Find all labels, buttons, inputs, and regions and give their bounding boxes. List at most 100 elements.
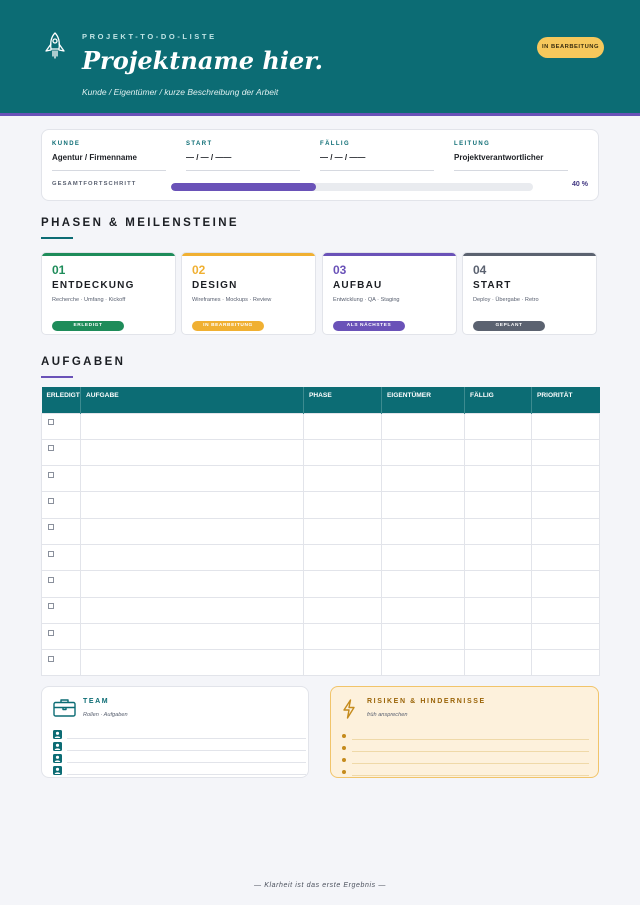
team-subtitle: Rollen · Aufgaben xyxy=(83,712,128,718)
owner-cell[interactable] xyxy=(381,596,465,624)
person-icon xyxy=(53,730,62,739)
task-cell[interactable] xyxy=(80,412,304,440)
priority-cell[interactable] xyxy=(531,438,600,467)
info-value: — / — / —— xyxy=(320,153,434,171)
phase-cell[interactable] xyxy=(303,649,382,677)
task-checkbox[interactable] xyxy=(48,629,54,636)
phase-cell[interactable] xyxy=(303,596,382,624)
task-cell[interactable] xyxy=(80,465,304,493)
phase-cell[interactable] xyxy=(303,412,382,440)
task-cell[interactable] xyxy=(80,438,304,467)
phase-cell[interactable] xyxy=(303,491,382,519)
task-checkbox[interactable] xyxy=(48,576,54,583)
owner-cell[interactable] xyxy=(381,412,465,440)
task-checkbox[interactable] xyxy=(48,655,54,662)
task-checkbox[interactable] xyxy=(48,419,54,426)
priority-cell[interactable] xyxy=(531,649,600,677)
info-field-due[interactable]: FÄLLIG — / — / —— xyxy=(320,141,434,171)
priority-cell[interactable] xyxy=(531,570,600,598)
task-cell[interactable] xyxy=(80,649,304,677)
priority-cell[interactable] xyxy=(531,517,600,545)
owner-cell[interactable] xyxy=(381,649,465,677)
task-checkbox[interactable] xyxy=(48,524,54,531)
column-header-phase: PHASE xyxy=(303,387,382,413)
phase-number: 02 xyxy=(192,263,206,277)
progress-fill xyxy=(171,183,316,191)
phase-card[interactable]: 03 AUFBAU Entwicklung · QA · Staging ALS… xyxy=(322,252,457,335)
owner-cell[interactable] xyxy=(381,570,465,598)
task-cell[interactable] xyxy=(80,570,304,598)
priority-cell[interactable] xyxy=(531,622,600,651)
table-cell xyxy=(41,491,81,519)
due-cell[interactable] xyxy=(464,465,532,493)
team-card: TEAM Rollen · Aufgaben xyxy=(41,686,309,778)
section-rule xyxy=(41,376,73,378)
info-field-client[interactable]: KUNDE Agentur / Firmenname xyxy=(52,141,166,171)
task-checkbox[interactable] xyxy=(48,550,54,557)
due-cell[interactable] xyxy=(464,491,532,519)
task-cell[interactable] xyxy=(80,596,304,624)
due-cell[interactable] xyxy=(464,543,532,572)
owner-cell[interactable] xyxy=(381,491,465,519)
team-member-row[interactable] xyxy=(53,766,306,776)
phase-cell[interactable] xyxy=(303,465,382,493)
owner-cell[interactable] xyxy=(381,438,465,467)
due-cell[interactable] xyxy=(464,438,532,467)
phase-color-bar xyxy=(42,253,175,256)
tasks-section-title: AUFGABEN xyxy=(41,356,126,368)
owner-cell[interactable] xyxy=(381,543,465,572)
team-member-row[interactable] xyxy=(53,742,306,752)
task-checkbox[interactable] xyxy=(48,471,54,478)
due-cell[interactable] xyxy=(464,622,532,651)
priority-cell[interactable] xyxy=(531,543,600,572)
table-row xyxy=(41,517,600,545)
task-checkbox[interactable] xyxy=(48,603,54,610)
table-row xyxy=(41,622,600,651)
risk-row[interactable] xyxy=(342,767,589,777)
input-line xyxy=(352,739,589,740)
info-field-lead[interactable]: LEITUNG Projektverantwortlicher xyxy=(454,141,568,171)
due-cell[interactable] xyxy=(464,596,532,624)
table-row xyxy=(41,543,600,572)
owner-cell[interactable] xyxy=(381,622,465,651)
phase-cell[interactable] xyxy=(303,622,382,651)
task-cell[interactable] xyxy=(80,543,304,572)
page-title: Projektname hier. xyxy=(82,46,324,75)
phase-status-pill: ERLEDIGT xyxy=(52,321,124,331)
task-cell[interactable] xyxy=(80,491,304,519)
owner-cell[interactable] xyxy=(381,465,465,493)
team-member-row[interactable] xyxy=(53,754,306,764)
due-cell[interactable] xyxy=(464,649,532,677)
phase-cell[interactable] xyxy=(303,570,382,598)
due-cell[interactable] xyxy=(464,412,532,440)
phase-name: DESIGN xyxy=(192,280,238,291)
phase-cell[interactable] xyxy=(303,438,382,467)
priority-cell[interactable] xyxy=(531,465,600,493)
task-cell[interactable] xyxy=(80,622,304,651)
risk-row[interactable] xyxy=(342,731,589,741)
phase-cell[interactable] xyxy=(303,517,382,545)
task-checkbox[interactable] xyxy=(48,445,54,452)
bullet xyxy=(342,746,346,750)
phase-card[interactable]: 01 ENTDECKUNG Recherche · Umfang · Kicko… xyxy=(41,252,176,335)
risk-row[interactable] xyxy=(342,755,589,765)
priority-cell[interactable] xyxy=(531,412,600,440)
phase-card[interactable]: 04 START Deploy · Übergabe · Retro GEPLA… xyxy=(462,252,597,335)
table-cell xyxy=(41,412,81,440)
phase-cell[interactable] xyxy=(303,543,382,572)
bullet xyxy=(342,734,346,738)
owner-cell[interactable] xyxy=(381,517,465,545)
info-value: Agentur / Firmenname xyxy=(52,153,166,171)
task-checkbox[interactable] xyxy=(48,498,54,505)
page-subtitle: Kunde / Eigentümer / kurze Beschreibung … xyxy=(82,87,279,97)
team-member-row[interactable] xyxy=(53,730,306,740)
task-cell[interactable] xyxy=(80,517,304,545)
due-cell[interactable] xyxy=(464,517,532,545)
phase-card[interactable]: 02 DESIGN Wireframes · Mockups · Review … xyxy=(181,252,316,335)
info-field-start[interactable]: START — / — / —— xyxy=(186,141,300,171)
table-row xyxy=(41,491,600,519)
priority-cell[interactable] xyxy=(531,491,600,519)
priority-cell[interactable] xyxy=(531,596,600,624)
risk-row[interactable] xyxy=(342,743,589,753)
due-cell[interactable] xyxy=(464,570,532,598)
